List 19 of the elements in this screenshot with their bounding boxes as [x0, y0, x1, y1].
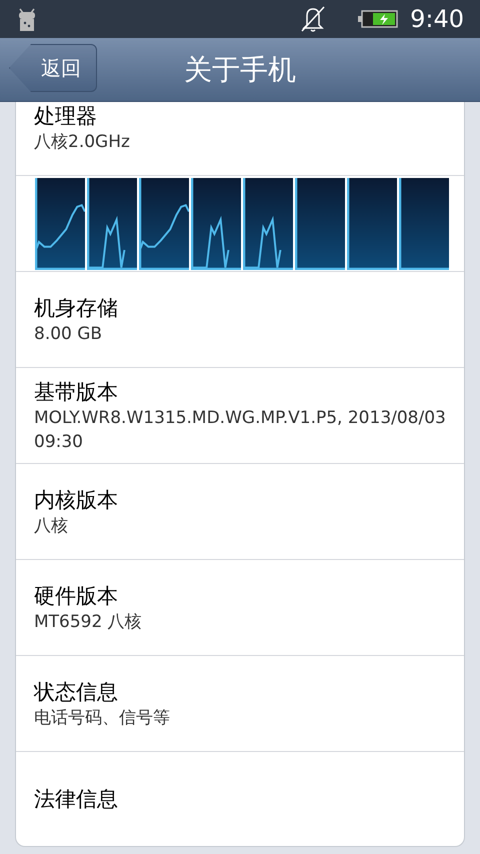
setting-value: MT6592 八核 [34, 610, 143, 634]
setting-value: 八核2.0GHz [34, 130, 131, 154]
setting-title: 内核版本 [34, 486, 119, 514]
setting-title: 处理器 [34, 102, 98, 130]
back-button[interactable]: 返回 [9, 44, 97, 92]
setting-value: 八核 [34, 514, 69, 538]
setting-value: 电话号码、信号等 [34, 706, 171, 730]
android-icon [16, 6, 38, 32]
setting-value: 8.00 GB [34, 322, 104, 346]
setting-title: 硬件版本 [34, 582, 119, 610]
setting-title: 机身存储 [34, 294, 119, 322]
setting-title: 基带版本 [34, 378, 119, 406]
setting-title: 法律信息 [34, 786, 119, 813]
clock-time: 9:40 [410, 4, 464, 35]
setting-value: MOLY.WR8.W1315.MD.WG.MP.V1.P5, 2013/08/03 09:30 [34, 406, 447, 454]
page-title: 关于手机 [184, 52, 296, 88]
setting-title: 状态信息 [34, 678, 119, 706]
bell-muted-icon [300, 5, 326, 33]
battery-charging-icon [358, 10, 398, 28]
